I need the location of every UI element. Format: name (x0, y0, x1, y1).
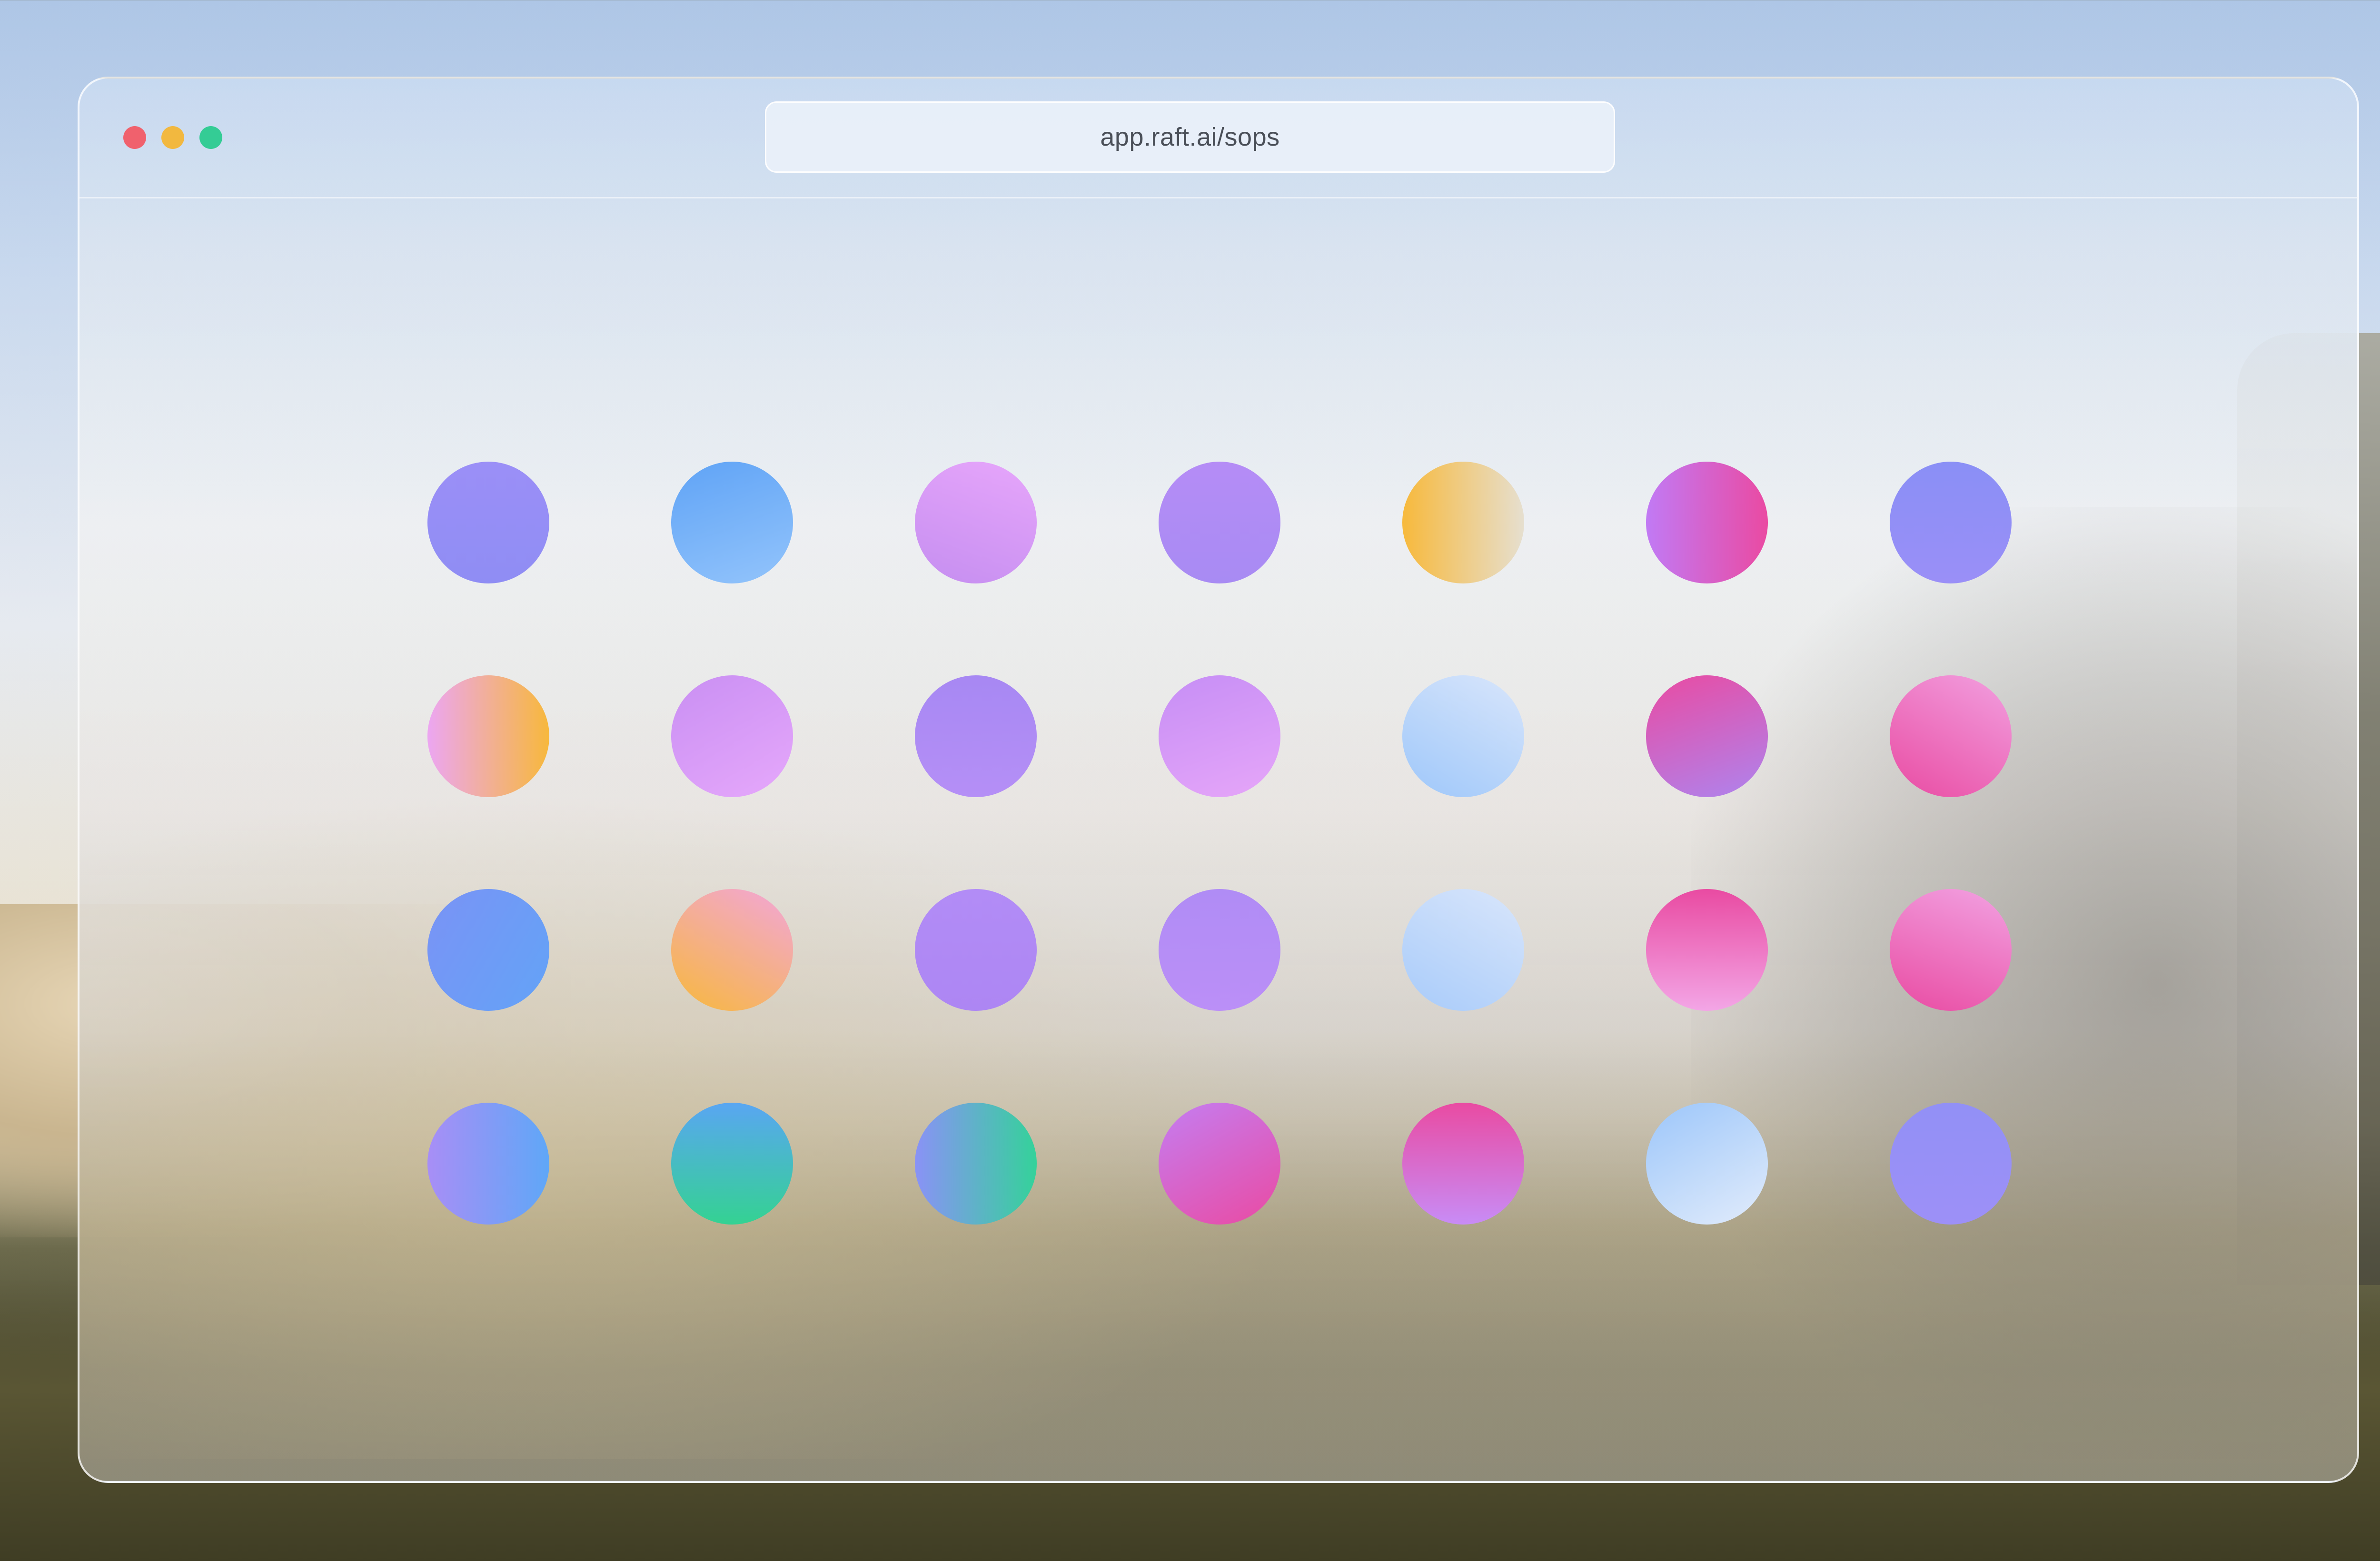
browser-window: app.raft.ai/sops (78, 77, 2359, 1483)
gradient-avatar-circle[interactable] (1890, 889, 2012, 1011)
gradient-avatar-circle[interactable] (1890, 1103, 2012, 1225)
gradient-avatar-circle[interactable] (915, 675, 1037, 797)
gradient-avatar-circle[interactable] (671, 462, 793, 583)
gradient-avatar-circle[interactable] (671, 889, 793, 1011)
gradient-avatar-circle[interactable] (1402, 675, 1524, 797)
gradient-avatar-circle[interactable] (671, 1103, 793, 1225)
gradient-avatar-circle[interactable] (915, 889, 1037, 1011)
gradient-avatar-circle[interactable] (1646, 1103, 1768, 1225)
gradient-avatar-circle[interactable] (427, 675, 549, 797)
gradient-avatar-circle[interactable] (671, 675, 793, 797)
gradient-avatar-circle[interactable] (1402, 889, 1524, 1011)
gradient-avatar-circle[interactable] (1402, 1103, 1524, 1225)
gradient-avatar-circle[interactable] (427, 1103, 549, 1225)
gradient-avatar-circle[interactable] (427, 889, 549, 1011)
gradient-avatar-circle[interactable] (1646, 675, 1768, 797)
gradient-avatar-circle[interactable] (915, 1103, 1037, 1225)
gradient-avatar-circle[interactable] (1646, 889, 1768, 1011)
avatar-grid (79, 79, 2357, 1481)
gradient-avatar-circle[interactable] (915, 462, 1037, 583)
gradient-avatar-circle[interactable] (1646, 462, 1768, 583)
gradient-avatar-circle[interactable] (1159, 675, 1280, 797)
gradient-avatar-circle[interactable] (1159, 462, 1280, 583)
gradient-avatar-circle[interactable] (1890, 675, 2012, 797)
gradient-avatar-circle[interactable] (1890, 462, 2012, 583)
gradient-avatar-circle[interactable] (1159, 1103, 1280, 1225)
gradient-avatar-circle[interactable] (1402, 462, 1524, 583)
gradient-avatar-circle[interactable] (1159, 889, 1280, 1011)
gradient-avatar-circle[interactable] (427, 462, 549, 583)
